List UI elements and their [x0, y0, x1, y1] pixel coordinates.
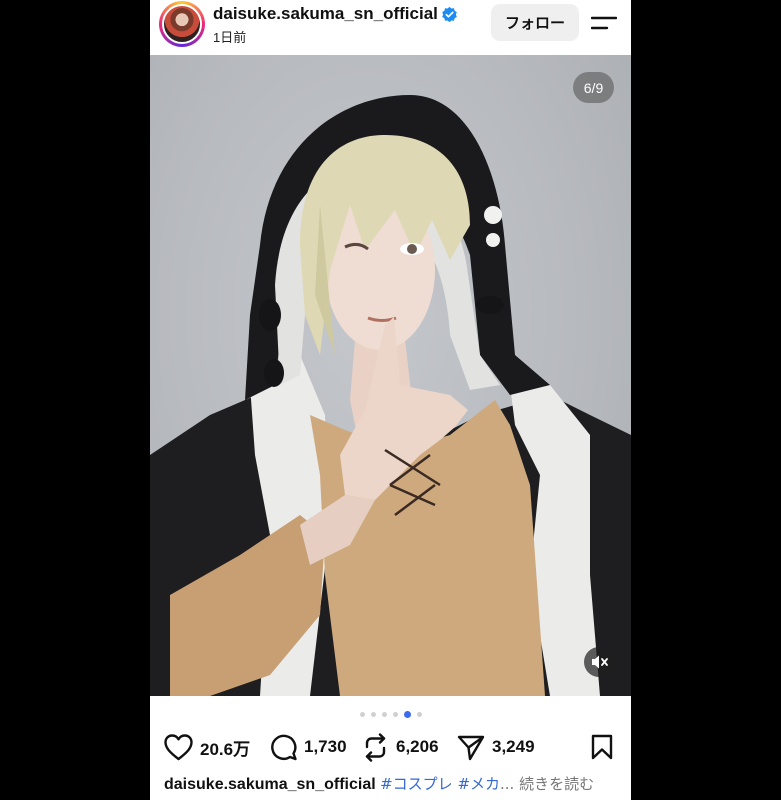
carousel-dot: [359, 711, 365, 717]
like-count: 20.6万: [200, 739, 251, 759]
menu-icon[interactable]: [591, 12, 617, 34]
post-photo[interactable]: 6/9: [150, 55, 631, 696]
carousel-dots: [150, 708, 631, 720]
comment-action[interactable]: 1,730: [270, 729, 347, 765]
post-time: 1日前: [213, 30, 247, 45]
carousel-dot: [381, 711, 387, 717]
username[interactable]: daisuke.sakuma_sn_official: [213, 4, 438, 24]
paper-plane-icon[interactable]: [457, 734, 485, 761]
action-bar: 20.6万 1,730 6,206 3,249: [150, 729, 631, 765]
carousel-dot: [370, 711, 376, 717]
verified-badge-icon: [442, 6, 457, 23]
like-action[interactable]: 20.6万: [164, 729, 250, 765]
bookmark-icon[interactable]: [590, 734, 614, 760]
repost-count: 6,206: [396, 737, 439, 756]
repost-icon[interactable]: [362, 732, 389, 762]
caption-ellipsis: ...: [500, 775, 520, 793]
caption: daisuke.sakuma_sn_official #コスプレ #メカ... …: [164, 773, 624, 794]
share-count: 3,249: [492, 737, 535, 756]
repost-action[interactable]: 6,206: [362, 729, 439, 765]
comment-count: 1,730: [304, 737, 347, 756]
share-action[interactable]: 3,249: [457, 729, 535, 765]
comment-bubble-icon[interactable]: [270, 734, 297, 761]
avatar-ring[interactable]: [159, 1, 205, 47]
read-more-link[interactable]: 続きを読む: [519, 775, 594, 793]
carousel-dot-active: [403, 710, 411, 718]
carousel-counter: 6/9: [573, 72, 614, 103]
heart-icon[interactable]: [164, 733, 193, 761]
cosplay-portrait-image: [150, 95, 631, 696]
muted-speaker-icon[interactable]: [584, 647, 614, 677]
post-header: daisuke.sakuma_sn_official 1日前 フォロー: [150, 0, 631, 55]
follow-button[interactable]: フォロー: [491, 4, 579, 41]
carousel-dot: [416, 711, 422, 717]
caption-username[interactable]: daisuke.sakuma_sn_official: [164, 776, 376, 793]
caption-hashtags[interactable]: #コスプレ #メカ: [380, 775, 500, 793]
avatar[interactable]: [162, 4, 202, 44]
carousel-dot: [392, 711, 398, 717]
post-frame: daisuke.sakuma_sn_official 1日前 フォロー 6/9 …: [150, 0, 631, 800]
